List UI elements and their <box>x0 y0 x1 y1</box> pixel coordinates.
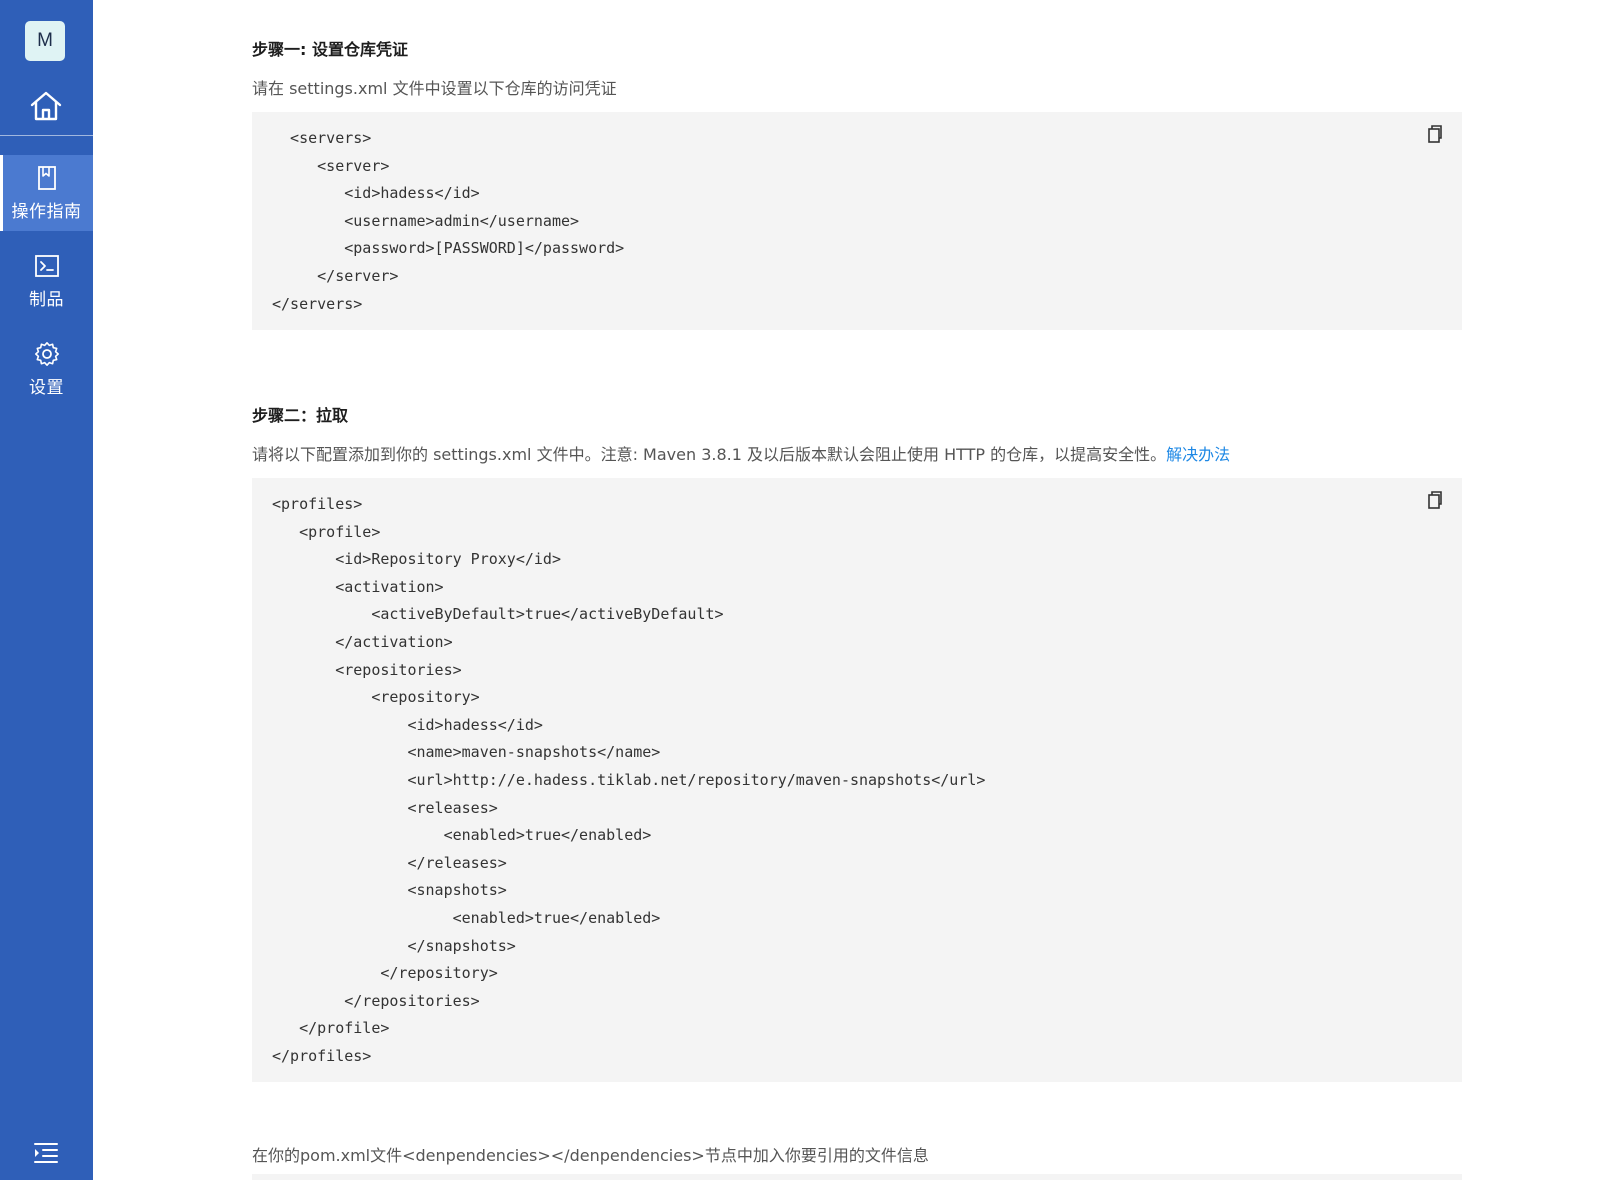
sidebar-item-guide[interactable]: 操作指南 <box>0 155 93 231</box>
sidebar-item-label: 制品 <box>29 290 64 310</box>
terminal-icon <box>34 255 59 277</box>
copy-icon <box>1428 491 1442 509</box>
sidebar-item-settings[interactable]: 设置 <box>0 331 93 407</box>
copy-icon <box>1428 125 1442 143</box>
copy-button[interactable] <box>1424 124 1444 146</box>
gear-icon <box>34 342 59 366</box>
menu-indent-icon <box>34 1143 58 1163</box>
step2-code-block[interactable]: <profiles> <profile> <id>Repository Prox… <box>252 478 1462 1082</box>
avatar[interactable]: M <box>25 21 65 61</box>
home-icon <box>30 91 62 121</box>
sidebar-item-label: 设置 <box>29 378 64 398</box>
sidebar-item-label: 操作指南 <box>11 202 82 222</box>
collapse-sidebar-button[interactable] <box>33 1141 59 1165</box>
home-button[interactable] <box>28 88 64 124</box>
book-icon <box>37 166 56 190</box>
step3-code-block[interactable] <box>252 1174 1462 1180</box>
main-content: 步骤一: 设置仓库凭证 请在 settings.xml 文件中设置以下仓库的访问… <box>252 0 1462 1180</box>
copy-button[interactable] <box>1424 490 1444 512</box>
step3-description: 在你的pom.xml文件<denpendencies></denpendenci… <box>252 1146 929 1165</box>
step2-title: 步骤二：拉取 <box>252 406 349 425</box>
sidebar-divider <box>0 135 93 136</box>
step2-code[interactable]: <profiles> <profile> <id>Repository Prox… <box>252 478 1462 1070</box>
step1-code[interactable]: <servers> <server> <id>hadess</id> <user… <box>252 112 1462 318</box>
sidebar-item-artifacts[interactable]: 制品 <box>0 243 93 319</box>
step2-description-text: 请将以下配置添加到你的 settings.xml 文件中。注意: Maven 3… <box>252 445 1167 464</box>
step1-title: 步骤一: 设置仓库凭证 <box>252 40 408 59</box>
solution-link[interactable]: 解决办法 <box>1166 445 1230 464</box>
sidebar: M 操作指南 制品 设置 <box>0 0 93 1180</box>
step1-code-block[interactable]: <servers> <server> <id>hadess</id> <user… <box>252 112 1462 330</box>
step1-description: 请在 settings.xml 文件中设置以下仓库的访问凭证 <box>252 79 617 98</box>
step2-description: 请将以下配置添加到你的 settings.xml 文件中。注意: Maven 3… <box>252 441 1230 465</box>
